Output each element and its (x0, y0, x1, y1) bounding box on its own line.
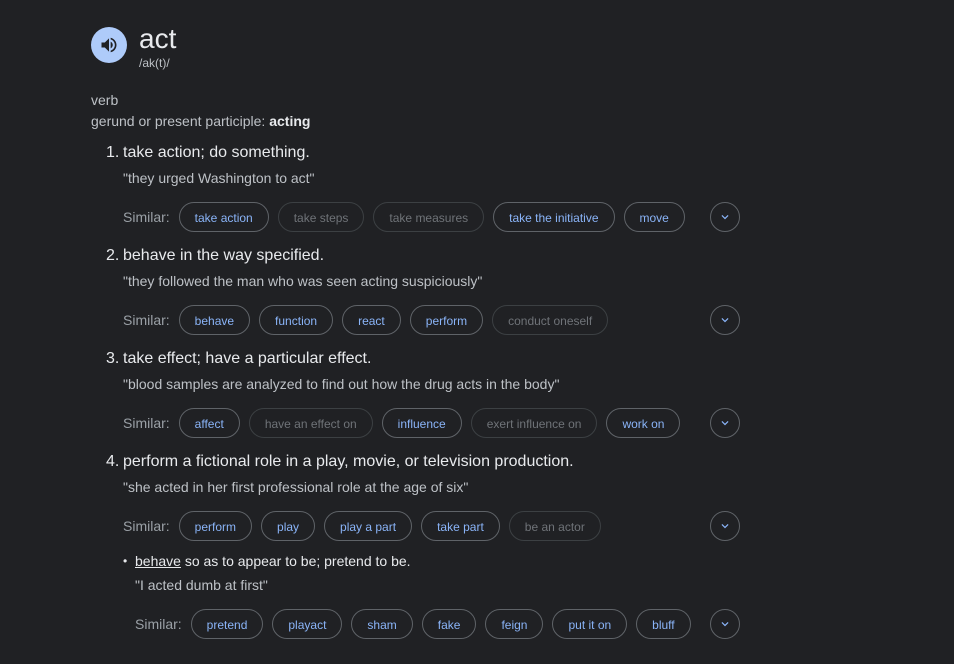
sense-number: 4. (106, 453, 120, 470)
subsense: • behave so as to appear to be; pretend … (123, 551, 411, 595)
expand-synonyms-button[interactable] (710, 305, 740, 335)
subsense-definition: so as to appear to be; pretend to be. (180, 553, 411, 569)
synonym-chip[interactable]: work on (606, 408, 681, 438)
synonym-chip[interactable]: bluff (636, 609, 691, 639)
sense-example: "blood samples are analyzed to find out … (123, 376, 560, 392)
synonym-chip[interactable]: fake (421, 609, 477, 639)
expand-synonyms-button[interactable] (710, 408, 740, 438)
similar-row: Similar: pretend playact sham fake feign… (135, 608, 700, 640)
sense-number: 2. (106, 247, 120, 264)
similar-label: Similar: (135, 616, 182, 632)
similar-row: Similar: behave function react perform c… (123, 304, 617, 336)
sense-example: "they followed the man who was seen acti… (123, 273, 483, 289)
chevron-down-icon (721, 524, 729, 529)
similar-label: Similar: (123, 312, 170, 328)
synonym-chip[interactable]: be an actor (508, 511, 601, 541)
part-of-speech: verb (91, 92, 119, 108)
sense-number: 3. (106, 350, 120, 367)
synonym-chip[interactable]: feign (485, 609, 544, 639)
synonym-chip[interactable]: take steps (277, 202, 365, 232)
expand-synonyms-button[interactable] (710, 202, 740, 232)
synonym-chip[interactable]: put it on (552, 609, 628, 639)
speaker-icon (101, 37, 117, 53)
chevron-down-icon (721, 421, 729, 426)
expand-synonyms-button[interactable] (710, 609, 740, 639)
synonym-chip[interactable]: take part (421, 511, 500, 541)
synonym-chip[interactable]: react (342, 305, 401, 335)
participle-label: gerund or present participle: (91, 113, 266, 129)
sense-definition: take effect; have a particular effect. (123, 350, 372, 367)
synonym-chip[interactable]: influence (381, 408, 462, 438)
similar-label: Similar: (123, 518, 170, 534)
synonym-chip[interactable]: take measures (373, 202, 485, 232)
sense-definition: take action; do something. (123, 144, 310, 161)
bullet: • (123, 554, 128, 568)
synonym-chip[interactable]: perform (178, 511, 253, 541)
sense-2: 2. behave in the way specified. "they fo… (106, 245, 766, 335)
synonym-chip[interactable]: play a part (324, 511, 413, 541)
synonym-chip[interactable]: conduct oneself (492, 305, 609, 335)
similar-row: Similar: take action take steps take mea… (123, 201, 694, 233)
sense-example: "they urged Washington to act" (123, 170, 315, 186)
sense-definition: perform a fictional role in a play, movi… (123, 453, 574, 470)
synonym-chip[interactable]: affect (178, 408, 240, 438)
synonym-chip[interactable]: have an effect on (248, 408, 373, 438)
subsense-link-word[interactable]: behave (135, 553, 181, 569)
similar-row: Similar: affect have an effect on influe… (123, 407, 689, 439)
similar-label: Similar: (123, 209, 170, 225)
synonym-chip[interactable]: behave (178, 305, 251, 335)
synonym-chip[interactable]: perform (409, 305, 484, 335)
sense-1: 1. take action; do something. "they urge… (106, 142, 766, 232)
sense-number: 1. (106, 144, 120, 161)
subsense-example: "I acted dumb at first" (135, 577, 268, 593)
chevron-down-icon (721, 622, 729, 627)
similar-label: Similar: (123, 415, 170, 431)
sense-3: 3. take effect; have a particular effect… (106, 348, 766, 438)
similar-row: Similar: perform play play a part take p… (123, 510, 610, 542)
synonym-chip[interactable]: playact (272, 609, 343, 639)
synonym-chip[interactable]: move (623, 202, 685, 232)
phonetic-spelling: /ak(t)/ (139, 56, 170, 70)
synonym-chip[interactable]: take action (178, 202, 269, 232)
synonym-chip[interactable]: function (259, 305, 334, 335)
sense-definition: behave in the way specified. (123, 247, 325, 264)
synonym-chip[interactable]: take the initiative (493, 202, 615, 232)
chevron-down-icon (721, 318, 729, 323)
pronunciation-button[interactable] (91, 27, 127, 63)
headword: act (139, 23, 177, 54)
synonym-chip[interactable]: play (261, 511, 316, 541)
chevron-down-icon (721, 215, 729, 220)
synonym-chip[interactable]: sham (351, 609, 413, 639)
expand-synonyms-button[interactable] (710, 511, 740, 541)
dictionary-card: act /ak(t)/ verb gerund or present parti… (0, 0, 954, 664)
participle-line: gerund or present participle: acting (91, 113, 310, 129)
sense-4: 4. perform a fictional role in a play, m… (106, 451, 766, 541)
synonym-chip[interactable]: exert influence on (470, 408, 598, 438)
participle-value: acting (269, 113, 311, 129)
sense-example: "she acted in her first professional rol… (123, 479, 469, 495)
synonym-chip[interactable]: pretend (190, 609, 264, 639)
